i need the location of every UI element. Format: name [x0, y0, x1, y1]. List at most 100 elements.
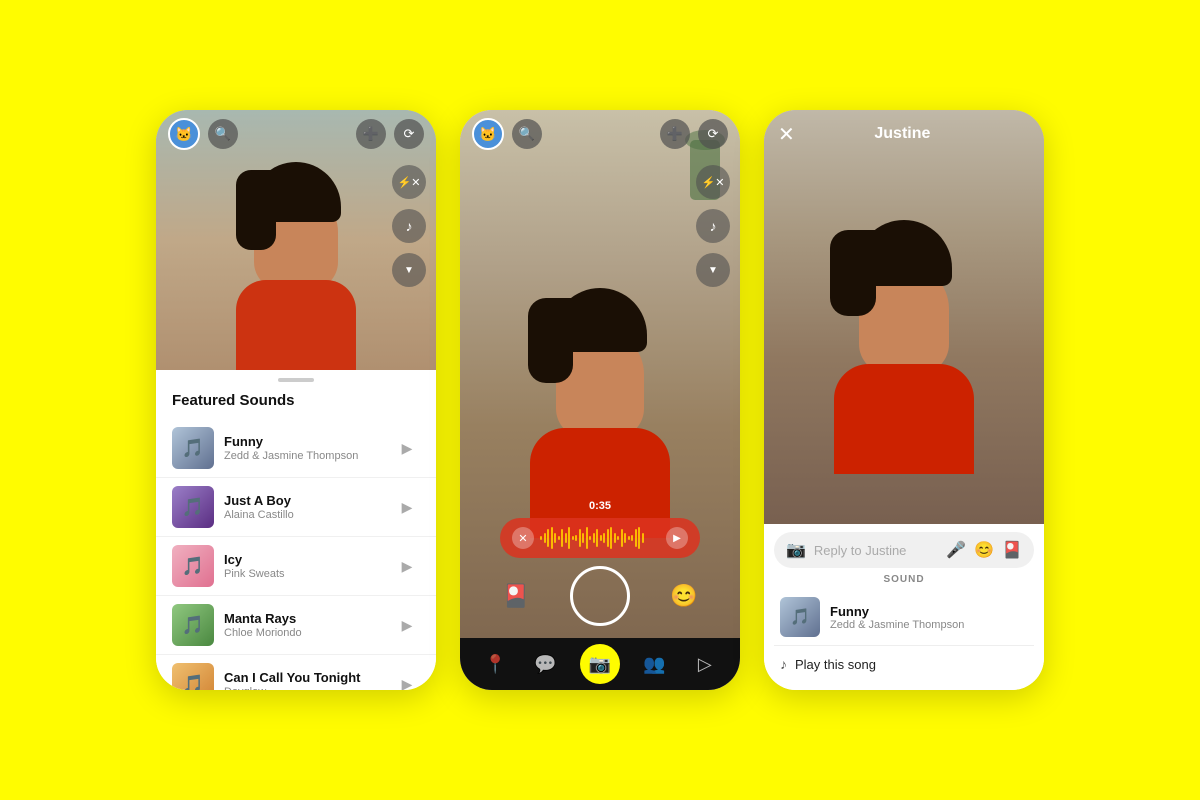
play-this-row[interactable]: ♪ Play this song	[774, 646, 1034, 682]
search-button-2[interactable]: 🔍	[512, 119, 542, 149]
song-name: Funny	[830, 604, 1028, 619]
wbar	[628, 536, 630, 540]
wbar	[579, 529, 581, 547]
song-info: Funny Zedd & Jasmine Thompson	[830, 604, 1028, 631]
wbar	[642, 533, 644, 543]
wbar	[617, 536, 619, 540]
music-note-icon: ♪	[780, 656, 787, 672]
emoji-icon[interactable]: 😊	[974, 540, 994, 560]
avatar-1[interactable]: 🐱	[168, 118, 200, 150]
flip-camera-button-2[interactable]: ⟳	[698, 119, 728, 149]
camera-nav-button[interactable]: 📷	[580, 644, 620, 684]
flip-camera-button-1[interactable]: ⟳	[394, 119, 424, 149]
track-thumbnail-justboy: 🎵	[172, 486, 214, 528]
waveform-container[interactable]: ✕	[500, 518, 700, 558]
track-name-callyou: Can I Call You Tonight	[224, 670, 384, 685]
contact-name: Justine	[874, 125, 930, 143]
chevron-down-button-2[interactable]: ▼	[696, 253, 730, 287]
wbar	[607, 529, 609, 547]
track-thumbnail-callyou: 🎵	[172, 663, 214, 690]
wbar	[540, 536, 542, 540]
song-card: 🎵 Funny Zedd & Jasmine Thompson	[774, 589, 1034, 646]
wbar	[610, 527, 612, 549]
close-button-3[interactable]: ✕	[778, 122, 795, 147]
track-artist-manta: Chloe Moriondo	[224, 627, 384, 639]
phone-reply: ✕ Justine 📷 Reply to Justine 🎤 😊 🎴 SOUND…	[764, 110, 1044, 690]
music-button-1[interactable]: ♪	[392, 209, 426, 243]
play-manta-button[interactable]: ▶	[394, 612, 420, 638]
list-item[interactable]: 🎵 Manta Rays Chloe Moriondo ▶	[156, 596, 436, 655]
top-bar-1: 🐱 🔍 ➕ ⟳	[156, 110, 436, 158]
waveform-play-button[interactable]: ▶	[666, 527, 688, 549]
wbar	[593, 533, 595, 543]
play-icy-button[interactable]: ▶	[394, 553, 420, 579]
sticker-button-2[interactable]: 🎴	[498, 578, 534, 614]
list-item[interactable]: 🎵 Funny Zedd & Jasmine Thompson ▶	[156, 419, 436, 478]
wbar	[596, 529, 598, 547]
top-bar-right-2: ➕ ⟳	[660, 119, 728, 149]
play-funny-button[interactable]: ▶	[394, 435, 420, 461]
wbar	[558, 536, 560, 540]
camera-viewfinder-1: 🐱 🔍 ➕ ⟳ ⚡✕ ♪ ▼	[156, 110, 436, 370]
play-callyou-button[interactable]: ▶	[394, 671, 420, 690]
play-this-label: Play this song	[795, 657, 876, 672]
add-friend-button-1[interactable]: ➕	[356, 119, 386, 149]
record-button[interactable]	[570, 566, 630, 626]
play-justboy-button[interactable]: ▶	[394, 494, 420, 520]
avatar-2[interactable]: 🐱	[472, 118, 504, 150]
track-artist-funny: Zedd & Jasmine Thompson	[224, 450, 384, 462]
wbar	[635, 529, 637, 547]
track-artist-justboy: Alaina Castillo	[224, 509, 384, 521]
wbar	[603, 533, 605, 543]
track-thumbnail-manta: 🎵	[172, 604, 214, 646]
reply-text-input[interactable]: Reply to Justine	[814, 543, 938, 558]
waveform-overlay: 0:35 ✕	[460, 500, 740, 558]
phone-recording: 🐱 🔍 ➕ ⟳ ⚡✕ ♪ ▼ 0:35 ✕	[460, 110, 740, 690]
close-waveform-button[interactable]: ✕	[512, 527, 534, 549]
track-name-funny: Funny	[224, 434, 384, 449]
track-info-manta: Manta Rays Chloe Moriondo	[224, 611, 384, 639]
sticker-icon[interactable]: 🎴	[1002, 540, 1022, 560]
track-artist-callyou: Dayglow	[224, 686, 384, 690]
sound-panel: Featured Sounds 🎵 Funny Zedd & Jasmine T…	[156, 370, 436, 690]
list-item[interactable]: 🎵 Icy Pink Sweats ▶	[156, 537, 436, 596]
list-item[interactable]: 🎵 Just A Boy Alaina Castillo ▶	[156, 478, 436, 537]
wbar	[561, 529, 563, 547]
wbar	[547, 529, 549, 547]
top-bar-2: 🐱 🔍 ➕ ⟳	[460, 110, 740, 158]
wbar	[586, 527, 588, 549]
map-icon[interactable]: 📍	[479, 648, 511, 680]
wbar	[582, 533, 584, 543]
chevron-down-button-1[interactable]: ▼	[392, 253, 426, 287]
wbar	[568, 527, 570, 549]
top-bar-right-1: ➕ ⟳	[356, 119, 424, 149]
music-button-2[interactable]: ♪	[696, 209, 730, 243]
record-inner	[575, 571, 625, 621]
phone-featured-sounds: 🐱 🔍 ➕ ⟳ ⚡✕ ♪ ▼ Featured Sounds 🎵 Funny Z…	[156, 110, 436, 690]
wbar	[572, 536, 574, 540]
track-name-justboy: Just A Boy	[224, 493, 384, 508]
track-thumbnail-funny: 🎵	[172, 427, 214, 469]
add-friend-button-2[interactable]: ➕	[660, 119, 690, 149]
chat-icon[interactable]: 💬	[530, 648, 562, 680]
list-item[interactable]: 🎵 Can I Call You Tonight Dayglow ▶	[156, 655, 436, 690]
drag-handle[interactable]	[278, 378, 314, 382]
search-button-1[interactable]: 🔍	[208, 119, 238, 149]
flash-off-button-2[interactable]: ⚡✕	[696, 165, 730, 199]
reply-input-row[interactable]: 📷 Reply to Justine 🎤 😊 🎴	[774, 532, 1034, 568]
flash-off-button-1[interactable]: ⚡✕	[392, 165, 426, 199]
song-artist: Zedd & Jasmine Thompson	[830, 619, 1028, 631]
camera-viewfinder-3: ✕ Justine	[764, 110, 1044, 524]
mic-icon[interactable]: 🎤	[946, 540, 966, 560]
camera-small-icon[interactable]: 📷	[786, 540, 806, 560]
side-controls-2: ⚡✕ ♪ ▼	[696, 165, 730, 287]
wbar	[575, 535, 577, 541]
waveform-bars	[540, 526, 660, 550]
stories-icon[interactable]: ▷	[689, 648, 721, 680]
record-controls: 🎴 😊	[460, 566, 740, 626]
friends-icon[interactable]: 👥	[638, 648, 670, 680]
sound-label: SOUND	[774, 574, 1034, 585]
emoji-button-2[interactable]: 😊	[666, 578, 702, 614]
wbar	[600, 535, 602, 541]
camera-viewfinder-2: 🐱 🔍 ➕ ⟳ ⚡✕ ♪ ▼ 0:35 ✕	[460, 110, 740, 638]
